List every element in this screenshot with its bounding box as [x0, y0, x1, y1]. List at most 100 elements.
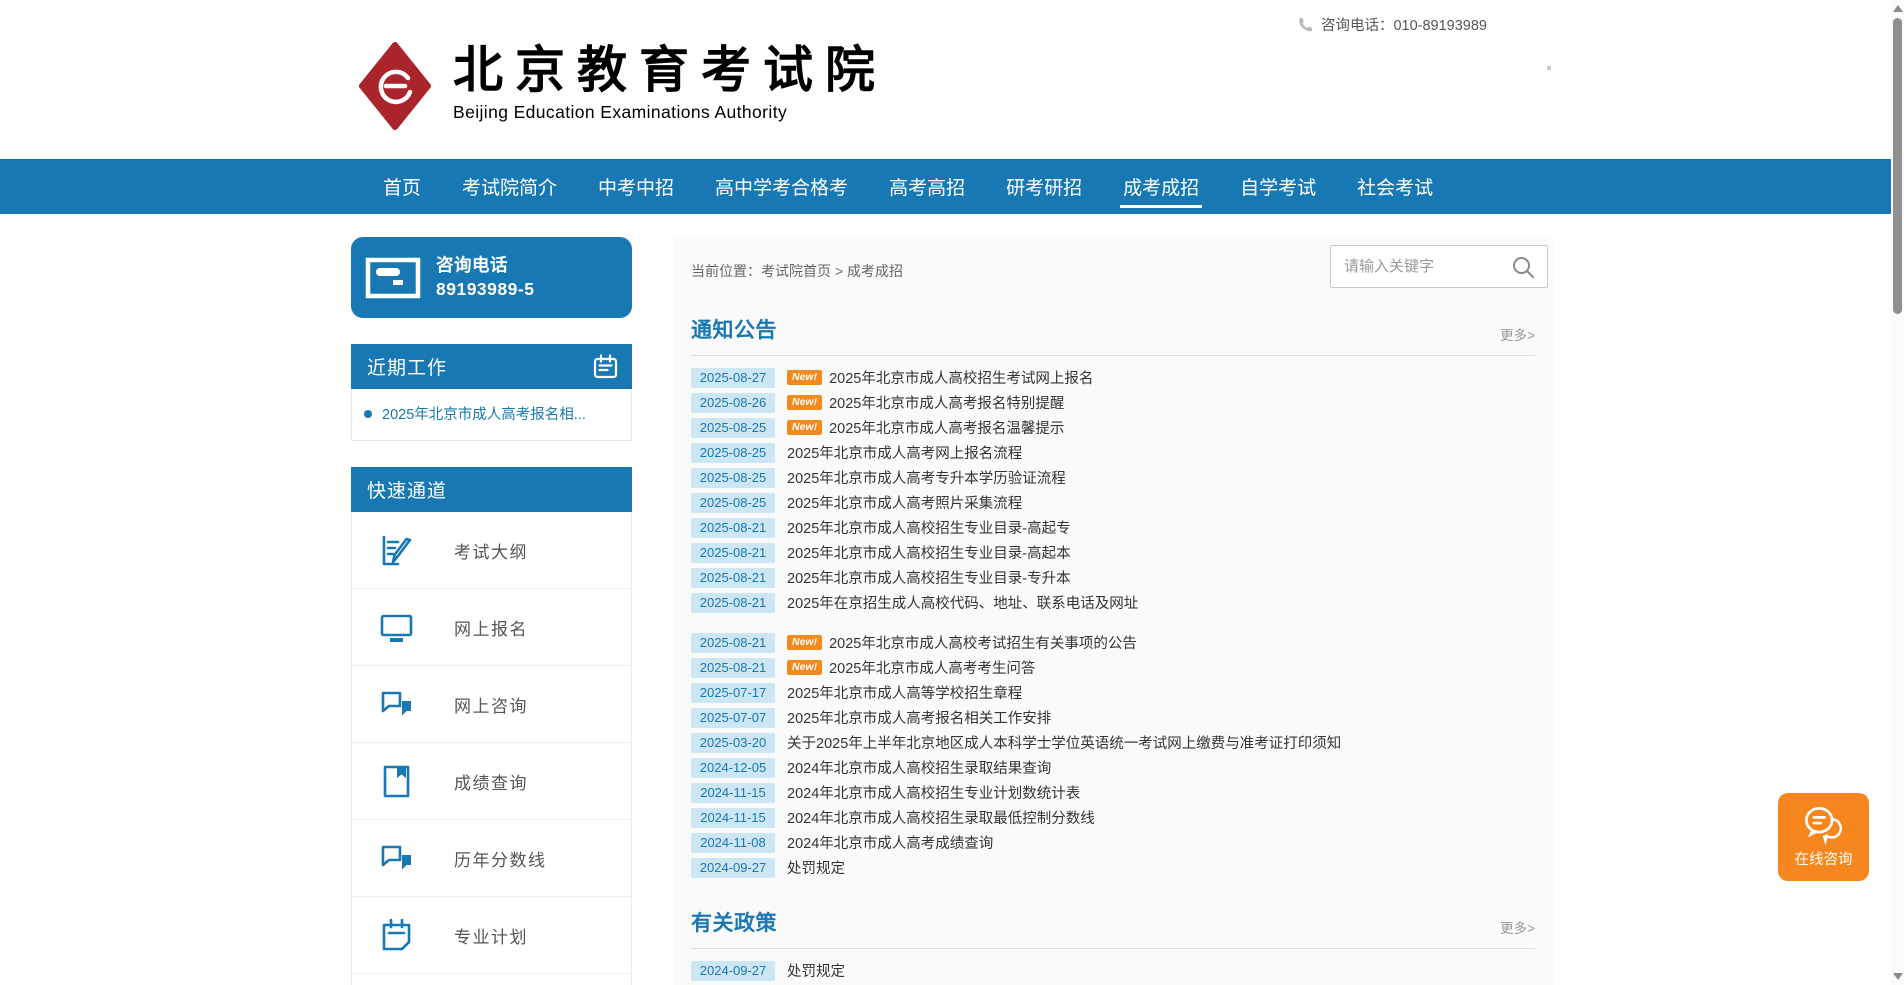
- date-badge: 2025-08-21: [691, 593, 775, 613]
- notice-link[interactable]: 2025年北京市成人高考考生问答: [829, 657, 1035, 678]
- phone-icon: [1297, 16, 1314, 33]
- policy-section: 有关政策 更多> 2024-09-27 处罚规定: [691, 907, 1535, 983]
- notice-link[interactable]: 2025年在京招生成人高校代码、地址、联系电话及网址: [787, 592, 1138, 613]
- new-badge: New!: [787, 660, 822, 675]
- monitor-icon: [376, 607, 417, 648]
- policy-list: 2024-09-27 处罚规定: [691, 949, 1535, 983]
- new-badge: New!: [787, 420, 822, 435]
- online-consult-label: 在线咨询: [1795, 848, 1853, 869]
- online-consult-button[interactable]: 在线咨询: [1778, 793, 1869, 881]
- breadcrumb-separator: >: [831, 263, 847, 279]
- notice-row: 2024-09-27 处罚规定: [691, 958, 1535, 983]
- notepad-icon: [376, 915, 417, 956]
- notice-link[interactable]: 2025年北京市成人高校招生专业目录-高起本: [787, 542, 1071, 563]
- notice-link[interactable]: 2025年北京市成人高校考试招生有关事项的公告: [829, 632, 1137, 653]
- notice-row: 2025-07-17 2025年北京市成人高等学校招生章程: [691, 680, 1535, 705]
- notice-link[interactable]: 2025年北京市成人高等学校招生章程: [787, 682, 1022, 703]
- date-badge: 2025-08-21: [691, 633, 775, 653]
- nav-item-考试院简介[interactable]: 考试院简介: [462, 159, 557, 214]
- page-header: 北京教育考试院 Beijing Education Examinations A…: [0, 0, 1904, 159]
- nav-item-成考成招[interactable]: 成考成招: [1123, 159, 1199, 214]
- quick-link[interactable]: [352, 974, 631, 985]
- notice-link[interactable]: 2025年北京市成人高考照片采集流程: [787, 492, 1022, 513]
- quick-link-网上报名[interactable]: 网上报名: [352, 589, 631, 666]
- notice-link[interactable]: 2025年北京市成人高考报名温馨提示: [829, 417, 1064, 438]
- quick-link-网上咨询[interactable]: 网上咨询: [352, 666, 631, 743]
- calendar-icon: [592, 353, 619, 380]
- recent-work-list: 2025年北京市成人高考报名相...: [351, 389, 632, 441]
- notice-link[interactable]: 2024年北京市成人高考成绩查询: [787, 832, 993, 853]
- search-input[interactable]: [1344, 258, 1510, 275]
- notice-row: 2025-08-21 2025年北京市成人高校招生专业目录-高起本: [691, 540, 1535, 565]
- quick-link-考试大纲[interactable]: 考试大纲: [352, 512, 631, 589]
- date-badge: 2024-11-15: [691, 783, 775, 803]
- breadcrumb-prefix: 当前位置：: [691, 263, 761, 279]
- contact-card-icon: [365, 256, 421, 300]
- nav-item-高中学考合格考[interactable]: 高中学考合格考: [715, 159, 848, 214]
- scrollbar-up-arrow-icon[interactable]: [1893, 5, 1903, 12]
- vertical-scrollbar[interactable]: [1891, 0, 1904, 985]
- notice-link[interactable]: 2025年北京市成人高考网上报名流程: [787, 442, 1022, 463]
- notice-link[interactable]: 2025年北京市成人高校招生考试网上报名: [829, 367, 1093, 388]
- date-badge: 2024-11-15: [691, 808, 775, 828]
- notice-link[interactable]: 2025年北京市成人高校招生专业目录-高起专: [787, 517, 1071, 538]
- new-badge: New!: [787, 370, 822, 385]
- notice-row: 2025-03-20 关于2025年上半年北京地区成人本科学士学位英语统一考试网…: [691, 730, 1535, 755]
- recent-work-block: 近期工作 2025年北京市成人高考报名相...: [351, 344, 632, 441]
- scrollbar-down-arrow-icon[interactable]: [1893, 973, 1903, 980]
- recent-work-link[interactable]: 2025年北京市成人高考报名相...: [382, 403, 586, 424]
- main-nav: 首页考试院简介中考中招高中学考合格考高考高招研考研招成考成招自学考试社会考试: [351, 159, 1553, 214]
- notice-link[interactable]: 2025年北京市成人高考专升本学历验证流程: [787, 467, 1066, 488]
- policy-more-link[interactable]: 更多>: [1500, 917, 1535, 937]
- new-badge: New!: [787, 635, 822, 650]
- chat-bubbles-icon: [1801, 805, 1847, 845]
- recent-work-header: 近期工作: [351, 344, 632, 389]
- date-badge: 2024-09-27: [691, 858, 775, 878]
- site-title: 北京教育考试院: [453, 42, 887, 97]
- stray-artifact: [1547, 66, 1551, 70]
- scrollbar-thumb[interactable]: [1893, 18, 1902, 314]
- nav-item-社会考试[interactable]: 社会考试: [1357, 159, 1433, 214]
- notice-row: 2024-11-08 2024年北京市成人高考成绩查询: [691, 830, 1535, 855]
- notice-link[interactable]: 2025年北京市成人高校招生专业目录-专升本: [787, 567, 1071, 588]
- notice-row: 2025-08-27 New! 2025年北京市成人高校招生考试网上报名: [691, 365, 1535, 390]
- nav-item-自学考试[interactable]: 自学考试: [1240, 159, 1316, 214]
- notice-link[interactable]: 2025年北京市成人高考报名相关工作安排: [787, 707, 1051, 728]
- date-badge: 2025-08-26: [691, 393, 775, 413]
- notice-link[interactable]: 关于2025年上半年北京地区成人本科学士学位英语统一考试网上缴费与准考证打印须知: [787, 732, 1341, 753]
- nav-item-高考高招[interactable]: 高考高招: [889, 159, 965, 214]
- notice-link[interactable]: 2024年北京市成人高校招生录取结果查询: [787, 757, 1051, 778]
- notice-section: 通知公告 更多> 2025-08-27 New! 2025年北京市成人高校招生考…: [691, 314, 1535, 880]
- notice-row: 2024-09-27 处罚规定: [691, 855, 1535, 880]
- chat-icon: [376, 838, 417, 879]
- sidebar: 咨询电话 89193989-5 近期工作 2025年北京市成人高考报名相...: [351, 237, 632, 985]
- notice-row: 2024-11-15 2024年北京市成人高校招生录取最低控制分数线: [691, 805, 1535, 830]
- notice-link[interactable]: 2024年北京市成人高校招生录取最低控制分数线: [787, 807, 1095, 828]
- quick-link-成绩查询[interactable]: 成绩查询: [352, 743, 631, 820]
- recent-work-title: 近期工作: [367, 353, 447, 380]
- policy-section-title: 有关政策: [691, 907, 777, 937]
- search-box: [1330, 245, 1548, 288]
- date-badge: 2025-08-25: [691, 443, 775, 463]
- list-group-gap: [691, 615, 1535, 630]
- date-badge: 2025-07-07: [691, 708, 775, 728]
- sidebar-contact-card: 咨询电话 89193989-5: [351, 237, 632, 318]
- bullet-dot-icon: [364, 410, 372, 418]
- nav-item-首页[interactable]: 首页: [383, 159, 421, 214]
- date-badge: 2025-08-25: [691, 493, 775, 513]
- main-panel: 当前位置：考试院首页 > 成考成招 通知公告 更多> 2025-08-27 Ne…: [673, 237, 1553, 985]
- quick-link-历年分数线[interactable]: 历年分数线: [352, 820, 631, 897]
- search-icon[interactable]: [1510, 254, 1536, 280]
- site-subtitle: Beijing Education Examinations Authority: [453, 102, 887, 123]
- nav-item-中考中招[interactable]: 中考中招: [598, 159, 674, 214]
- notice-more-link[interactable]: 更多>: [1500, 324, 1535, 344]
- nav-item-研考研招[interactable]: 研考研招: [1006, 159, 1082, 214]
- breadcrumb-home-link[interactable]: 考试院首页: [761, 263, 831, 279]
- header-phone-text: 咨询电话：010-89193989: [1321, 14, 1487, 35]
- notice-link[interactable]: 2025年北京市成人高考报名特别提醒: [829, 392, 1064, 413]
- quick-link-专业计划[interactable]: 专业计划: [352, 897, 631, 974]
- notice-link[interactable]: 处罚规定: [787, 960, 845, 981]
- quick-channel-header: 快速通道: [351, 467, 632, 512]
- notice-link[interactable]: 2024年北京市成人高校招生专业计划数统计表: [787, 782, 1080, 803]
- notice-link[interactable]: 处罚规定: [787, 857, 845, 878]
